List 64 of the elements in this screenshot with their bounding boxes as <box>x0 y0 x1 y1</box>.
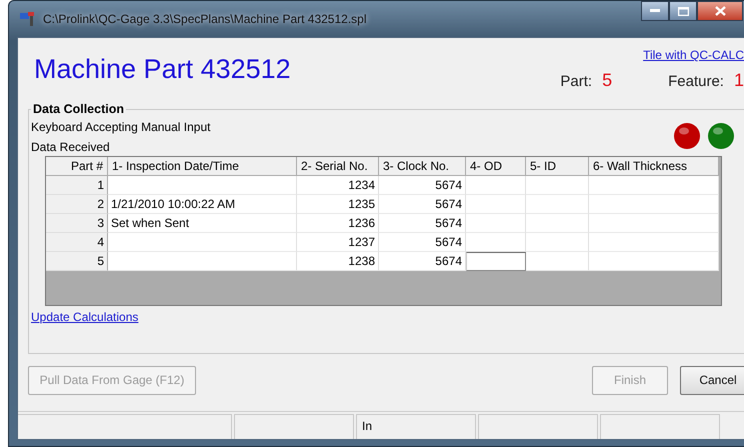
column-header[interactable]: 6- Wall Thickness <box>589 157 719 176</box>
table-cell[interactable] <box>466 233 526 252</box>
group-title: Data Collection <box>32 102 125 116</box>
close-button[interactable] <box>697 1 743 21</box>
dialog-button[interactable]: Cancel <box>680 366 744 394</box>
part-label: Part: <box>560 73 592 90</box>
table-cell[interactable]: Set when Sent <box>108 214 297 233</box>
column-header[interactable]: 2- Serial No. <box>297 157 379 176</box>
table-cell[interactable] <box>108 176 297 195</box>
table-cell[interactable]: 1238 <box>297 252 379 271</box>
input-status: Keyboard Accepting Manual Input <box>31 120 210 134</box>
close-icon <box>714 6 726 16</box>
table-cell[interactable] <box>466 176 526 195</box>
window-title: C:\Prolink\QC-Gage 3.3\SpecPlans\Machine Part 432512.spl <box>43 12 367 26</box>
maximize-button[interactable] <box>669 1 697 21</box>
table-cell[interactable] <box>526 176 589 195</box>
table-cell[interactable]: 1237 <box>297 233 379 252</box>
table-cell[interactable] <box>108 233 297 252</box>
row-number: 3 <box>46 214 108 233</box>
table-cell[interactable] <box>589 195 719 214</box>
table-cell[interactable] <box>466 195 526 214</box>
maximize-icon <box>678 6 688 16</box>
minimize-button[interactable] <box>641 1 669 21</box>
table-cell[interactable] <box>466 214 526 233</box>
table-cell[interactable] <box>589 176 719 195</box>
column-header[interactable]: 4- OD <box>466 157 526 176</box>
data-received-label: Data Received <box>31 140 111 154</box>
table-cell[interactable]: 1236 <box>297 214 379 233</box>
part-value: 5 <box>602 70 612 91</box>
column-header[interactable]: 1- Inspection Date/Time <box>108 157 297 176</box>
row-number: 1 <box>46 176 108 195</box>
column-header[interactable]: 3- Clock No. <box>379 157 466 176</box>
row-number: 5 <box>46 252 108 271</box>
table-cell[interactable] <box>108 252 297 271</box>
table-cell[interactable] <box>526 233 589 252</box>
table-cell[interactable]: 5674 <box>379 252 466 271</box>
indicator-light-icon <box>673 122 701 150</box>
feature-value: 1 <box>734 70 744 91</box>
table-cell[interactable]: 1235 <box>297 195 379 214</box>
part-heading: Machine Part 432512 <box>34 54 291 86</box>
table-cell[interactable]: 5674 <box>379 195 466 214</box>
table-cell[interactable]: 5674 <box>379 214 466 233</box>
tile-link[interactable]: Tile with QC-CALC <box>643 48 744 62</box>
table-cell[interactable]: 1/21/2010 10:00:22 AM <box>108 195 297 214</box>
table-cell[interactable] <box>589 252 719 271</box>
row-number: 2 <box>46 195 108 214</box>
table-cell[interactable] <box>589 233 719 252</box>
update-calculations-link[interactable]: Update Calculations <box>31 310 138 324</box>
column-header[interactable]: Part # <box>46 157 108 176</box>
column-header[interactable]: 5- ID <box>526 157 589 176</box>
table-cell[interactable] <box>526 252 589 271</box>
table-cell[interactable]: 5674 <box>379 176 466 195</box>
feature-label: Feature: <box>668 73 724 90</box>
row-number: 4 <box>46 233 108 252</box>
active-cell[interactable] <box>466 252 526 271</box>
table-cell[interactable]: 1234 <box>297 176 379 195</box>
indicator-light-icon <box>707 122 735 150</box>
status-panel: In <box>356 414 476 439</box>
table-cell[interactable] <box>526 214 589 233</box>
app-icon <box>19 11 37 27</box>
table-cell[interactable]: 5674 <box>379 233 466 252</box>
minimize-icon <box>650 9 660 13</box>
table-cell[interactable] <box>526 195 589 214</box>
table-cell[interactable] <box>589 214 719 233</box>
